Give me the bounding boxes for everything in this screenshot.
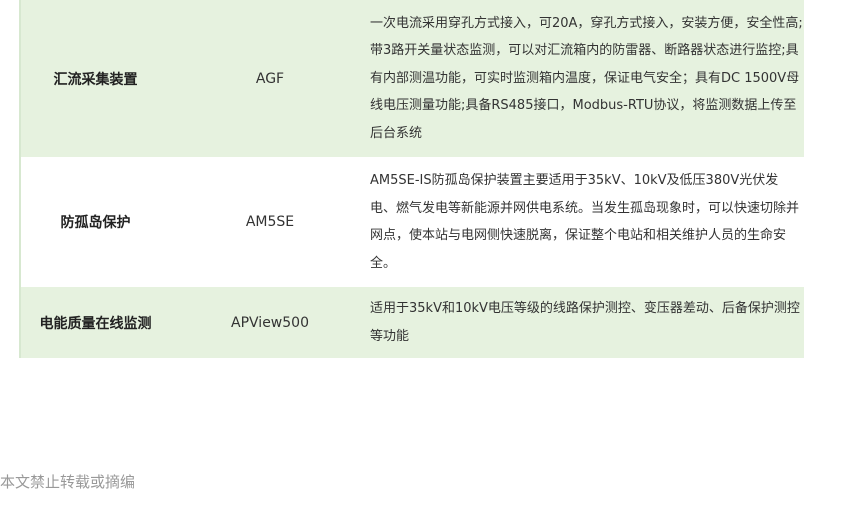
table-row: 电能质量在线监测 APView500 适用于35kV和10kV电压等级的线路保护… — [21, 287, 804, 358]
product-description-text: 一次电流采用穿孔方式接入，可20A，穿孔方式接入，安装方便，安全性高;带3路开关… — [370, 15, 803, 141]
table-row: 汇流采集装置 AGF 一次电流采用穿孔方式接入，可20A，穿孔方式接入，安装方便… — [21, 0, 804, 157]
product-description-cell: 适用于35kV和10kV电压等级的线路保护测控、变压器差动、后备保护测控等功能 — [370, 287, 804, 358]
copyright-notice: 本文禁止转载或摘编 — [0, 473, 136, 491]
product-spec-table: 汇流采集装置 AGF 一次电流采用穿孔方式接入，可20A，穿孔方式接入，安装方便… — [21, 0, 804, 358]
table-row: 防孤岛保护 AM5SE AM5SE-IS防孤岛保护装置主要适用于35kV、10k… — [21, 157, 804, 287]
product-description-cell: AM5SE-IS防孤岛保护装置主要适用于35kV、10kV及低压380V光伏发电… — [370, 157, 804, 287]
product-model-cell: AGF — [170, 0, 370, 157]
product-description-text: AM5SE-IS防孤岛保护装置主要适用于35kV、10kV及低压380V光伏发电… — [370, 173, 800, 271]
product-name-cell: 电能质量在线监测 — [21, 287, 170, 358]
product-name-cell: 防孤岛保护 — [21, 157, 170, 287]
product-description-text: 适用于35kV和10kV电压等级的线路保护测控、变压器差动、后备保护测控等功能 — [370, 301, 800, 344]
product-model-cell: AM5SE — [170, 157, 370, 287]
product-name-cell: 汇流采集装置 — [21, 0, 170, 157]
product-description-cell: 一次电流采用穿孔方式接入，可20A，穿孔方式接入，安装方便，安全性高;带3路开关… — [370, 0, 804, 157]
product-model-cell: APView500 — [170, 287, 370, 358]
product-table: 汇流采集装置 AGF 一次电流采用穿孔方式接入，可20A，穿孔方式接入，安装方便… — [19, 0, 804, 358]
